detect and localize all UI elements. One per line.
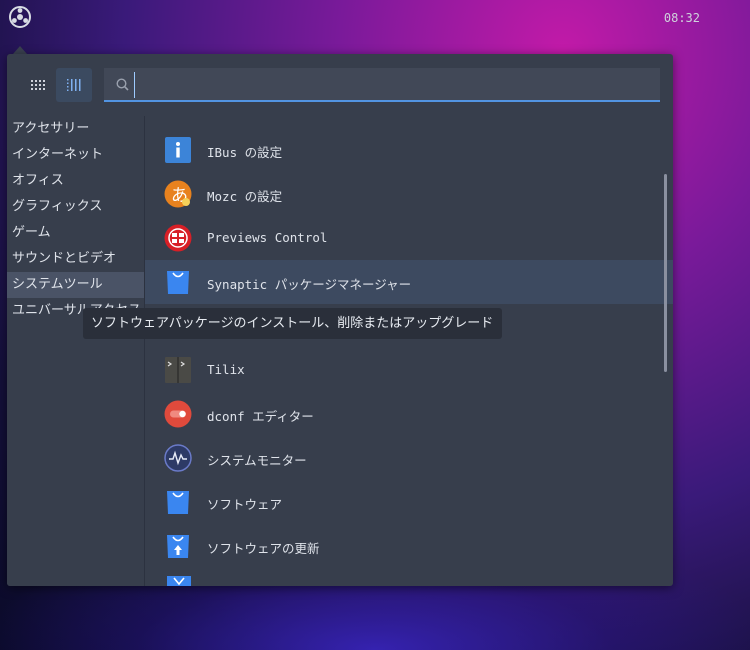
- previews-control-icon: [164, 224, 192, 252]
- partial-app-icon: [167, 576, 191, 586]
- category-system-tools[interactable]: システムツール: [7, 272, 144, 298]
- app-mozc-settings[interactable]: あ Mozc の設定: [145, 172, 673, 216]
- scrollbar[interactable]: [664, 174, 667, 372]
- partial-app-icon: [166, 116, 192, 120]
- app-label: ソフトウェア: [207, 497, 283, 512]
- app-system-monitor[interactable]: システムモニター: [145, 436, 673, 480]
- app-label: システムモニター: [207, 453, 307, 468]
- menu-pointer: [13, 46, 27, 54]
- app-label: ソフトウェアの更新: [207, 541, 320, 556]
- category-games[interactable]: ゲーム: [7, 220, 144, 246]
- ibus-icon: [165, 137, 191, 163]
- category-sidebar: アクセサリー インターネット オフィス グラフィックス ゲーム サウンドとビデオ…: [7, 116, 145, 586]
- top-panel: 08:32: [0, 0, 750, 36]
- app-label: Tilix: [207, 362, 245, 377]
- clock[interactable]: 08:32: [664, 11, 700, 25]
- category-office[interactable]: オフィス: [7, 168, 144, 194]
- search-icon: [116, 78, 129, 91]
- category-graphics[interactable]: グラフィックス: [7, 194, 144, 220]
- app-software-update[interactable]: ソフトウェアの更新: [145, 524, 673, 568]
- software-update-icon: [167, 535, 189, 558]
- app-dconf-editor[interactable]: dconf エディター: [145, 392, 673, 436]
- app-software[interactable]: ソフトウェア: [145, 480, 673, 524]
- software-icon: [167, 491, 189, 514]
- dconf-icon: [164, 400, 192, 428]
- app-tilix[interactable]: Tilix: [145, 348, 673, 392]
- search-input[interactable]: [134, 72, 639, 98]
- app-synaptic[interactable]: Synaptic パッケージマネージャー: [145, 260, 673, 304]
- grid-view-button[interactable]: [20, 68, 56, 102]
- app-label: IBus の設定: [207, 145, 283, 160]
- synaptic-icon: [167, 271, 189, 294]
- app-label: Previews Control: [207, 230, 328, 245]
- category-internet[interactable]: インターネット: [7, 142, 144, 168]
- grid-icon: [31, 80, 45, 90]
- category-sound-video[interactable]: サウンドとビデオ: [7, 246, 144, 272]
- mozc-icon: あ: [164, 180, 192, 208]
- list-icon: [67, 79, 81, 91]
- app-label: Synaptic パッケージマネージャー: [207, 277, 412, 292]
- tilix-icon: [165, 357, 191, 383]
- application-list: IBus の設定 あ Mozc の設定 Previews Control Syn…: [145, 116, 673, 586]
- list-view-button[interactable]: [56, 68, 92, 102]
- menu-logo-icon[interactable]: [9, 6, 31, 28]
- tooltip: ソフトウェアパッケージのインストール、削除またはアップグレード: [83, 308, 502, 339]
- search-box[interactable]: [104, 68, 660, 102]
- app-ibus-settings[interactable]: IBus の設定: [145, 128, 673, 172]
- app-previews-control[interactable]: Previews Control: [145, 216, 673, 260]
- app-label: Mozc の設定: [207, 189, 283, 204]
- system-monitor-icon: [164, 444, 192, 472]
- app-label: dconf エディター: [207, 409, 314, 424]
- category-accessories[interactable]: アクセサリー: [7, 116, 144, 142]
